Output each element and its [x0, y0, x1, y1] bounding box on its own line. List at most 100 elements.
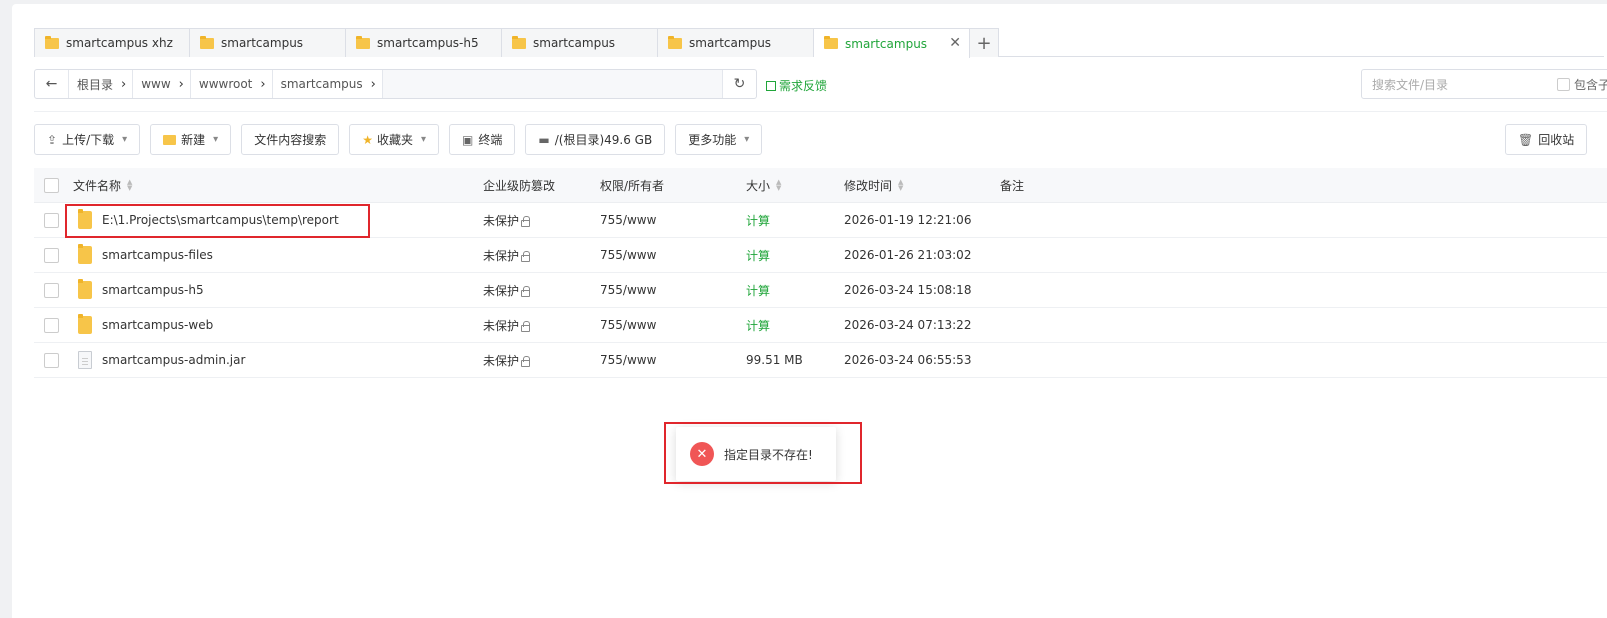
tab-label: smartcampus: [221, 36, 304, 50]
file-name[interactable]: smartcampus-admin.jar: [102, 353, 245, 367]
new-button[interactable]: 新建 ▾: [150, 124, 232, 155]
file-name[interactable]: smartcampus-files: [102, 248, 213, 262]
calculate-size-link[interactable]: 计算: [746, 317, 770, 334]
calculate-size-link[interactable]: 计算: [746, 212, 770, 229]
recycle-bin-button[interactable]: 🗑 回收站: [1505, 124, 1588, 155]
permission[interactable]: 755/www: [600, 248, 656, 262]
column-perm: 权限/所有者: [600, 178, 665, 193]
feedback-link[interactable]: 需求反馈: [766, 77, 827, 94]
folder-icon: [512, 35, 526, 49]
breadcrumb-label: wwwroot: [198, 77, 253, 91]
file-name[interactable]: smartcampus-h5: [102, 283, 204, 297]
folder-icon: [45, 35, 59, 49]
tab-label: smartcampus xhz: [66, 36, 173, 50]
feedback-icon: [766, 80, 776, 91]
close-icon[interactable]: ✕: [949, 35, 961, 51]
content-search-button[interactable]: 文件内容搜索: [241, 124, 340, 155]
table-header: 文件名称 ▲ ▼ 企业级防篡改 权限/所有者 大小 ▲ ▼ 修改时间 ▲ ▼ 备注: [34, 168, 1607, 203]
row-checkbox[interactable]: [44, 352, 59, 368]
file-name[interactable]: smartcampus-web: [102, 318, 213, 332]
calculate-size-link[interactable]: 计算: [746, 247, 770, 264]
breadcrumb-root[interactable]: 根目录 ›: [69, 70, 134, 98]
sort-icon[interactable]: ▲ ▼: [127, 179, 132, 192]
chevron-right-icon: ›: [121, 76, 127, 92]
table-row[interactable]: smartcampus-admin.jar 未保护 755/www 99.51 …: [34, 343, 1607, 378]
path-input[interactable]: [382, 70, 722, 98]
protect-status: 未保护: [483, 283, 520, 298]
back-arrow-icon[interactable]: ←: [35, 70, 69, 98]
permission[interactable]: 755/www: [600, 283, 656, 297]
breadcrumb-label: www: [141, 77, 171, 91]
permission[interactable]: 755/www: [600, 318, 656, 332]
table-row[interactable]: smartcampus-files 未保护 755/www 计算 2026-01…: [34, 238, 1607, 273]
modified-time: 2026-01-26 21:03:02: [844, 248, 972, 262]
breadcrumb-wwwroot[interactable]: wwwroot ›: [191, 70, 273, 98]
lock-icon[interactable]: [521, 285, 531, 297]
tab-1[interactable]: smartcampus xhz: [34, 28, 190, 57]
include-subdir-label: 包含子: [1573, 77, 1607, 92]
tab-4[interactable]: smartcampus: [502, 28, 658, 57]
chevron-down-icon: ▾: [213, 134, 219, 145]
sort-icon[interactable]: ▲ ▼: [776, 179, 781, 192]
highlight-box: [664, 422, 862, 484]
tab-5[interactable]: smartcampus: [658, 28, 814, 57]
button-label: 终端: [478, 133, 503, 147]
refresh-icon[interactable]: ↻: [722, 70, 756, 98]
tab-label: smartcampus: [533, 36, 616, 50]
search-placeholder: 搜索文件/目录: [1372, 77, 1449, 92]
modified-time: 2026-03-24 15:08:18: [844, 283, 972, 297]
favorites-button[interactable]: ★ 收藏夹 ▾: [349, 124, 440, 155]
tab-6-active[interactable]: smartcampus ✕: [814, 28, 970, 58]
sort-icon[interactable]: ▲ ▼: [898, 179, 903, 192]
row-checkbox[interactable]: [44, 212, 59, 228]
modified-time: 2026-03-24 06:55:53: [844, 353, 972, 367]
permission[interactable]: 755/www: [600, 213, 656, 227]
button-label: /(根目录)49.6 GB: [554, 133, 653, 147]
terminal-button[interactable]: ▣ 终端: [449, 124, 516, 155]
row-checkbox[interactable]: [44, 247, 59, 263]
more-functions-button[interactable]: 更多功能 ▾: [675, 124, 763, 155]
lock-icon[interactable]: [521, 250, 531, 262]
toolbar: ⇪ 上传/下载 ▾ 新建 ▾ 文件内容搜索 ★ 收藏夹 ▾ ▣ 终端 ▬ /(根目录)49.6…: [34, 124, 772, 155]
column-mtime[interactable]: 修改时间: [844, 177, 892, 194]
protect-status: 未保护: [483, 213, 520, 228]
include-subdir-checkbox[interactable]: [1556, 77, 1570, 91]
table-row[interactable]: smartcampus-web 未保护 755/www 计算 2026-03-2…: [34, 308, 1607, 343]
lock-icon[interactable]: [521, 355, 531, 367]
column-size[interactable]: 大小: [746, 177, 770, 194]
chevron-right-icon: ›: [260, 76, 266, 92]
breadcrumb-smartcampus[interactable]: smartcampus ›: [273, 70, 383, 98]
tab-label: smartcampus-h5: [377, 36, 479, 50]
breadcrumb-www[interactable]: www ›: [133, 70, 191, 98]
row-checkbox[interactable]: [44, 317, 59, 333]
trash-icon: 🗑: [1518, 132, 1534, 147]
disk-button[interactable]: ▬ /(根目录)49.6 GB: [525, 124, 666, 155]
upload-download-button[interactable]: ⇪ 上传/下载 ▾: [34, 124, 141, 155]
column-name[interactable]: 文件名称: [73, 177, 121, 194]
lock-icon[interactable]: [521, 320, 531, 332]
protect-status: 未保护: [483, 248, 520, 263]
calculate-size-link[interactable]: 计算: [746, 282, 770, 299]
chevron-down-icon: ▾: [122, 134, 128, 145]
tab-3[interactable]: smartcampus-h5: [346, 28, 502, 57]
file-icon: [78, 351, 92, 369]
disk-icon: ▬: [538, 132, 550, 147]
tab-2[interactable]: smartcampus: [190, 28, 346, 57]
star-icon: ★: [362, 132, 373, 147]
lock-icon[interactable]: [521, 215, 531, 227]
folder-icon: [78, 244, 92, 264]
tab-label: smartcampus: [689, 36, 772, 50]
button-label: 上传/下载: [62, 133, 115, 147]
terminal-icon: ▣: [462, 132, 474, 147]
folder-icon: [356, 35, 370, 49]
protect-status: 未保护: [483, 318, 520, 333]
search-input[interactable]: 搜索文件/目录 包含子: [1361, 69, 1607, 99]
select-all-checkbox[interactable]: [44, 177, 59, 193]
modified-time: 2026-03-24 07:13:22: [844, 318, 972, 332]
add-tab-button[interactable]: +: [970, 28, 999, 57]
tab-label: smartcampus: [845, 36, 928, 51]
table-row[interactable]: smartcampus-h5 未保护 755/www 计算 2026-03-24…: [34, 273, 1607, 308]
chevron-down-icon: ▾: [420, 134, 427, 145]
permission[interactable]: 755/www: [600, 353, 656, 367]
row-checkbox[interactable]: [44, 282, 59, 298]
